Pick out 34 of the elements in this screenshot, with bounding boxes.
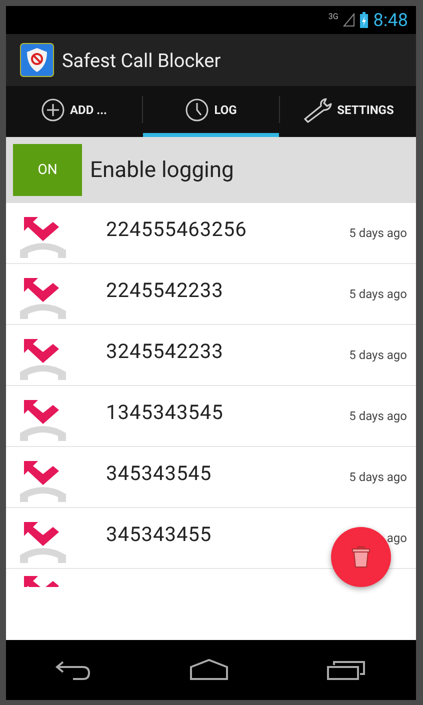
clock-time: 8:48 [373,10,408,30]
plus-icon [40,98,65,122]
tab[interactable]: ADD ... [6,86,142,137]
blocked-call-icon [18,336,68,382]
wrench-icon [302,96,332,122]
blocked-call-icon [18,519,68,565]
clock-icon [185,98,210,122]
call-time: 5 days ago [349,409,407,423]
phone-number: 224555463256 [106,217,248,241]
blocked-call-icon [18,458,68,504]
phone-number: 1345343545 [106,400,224,424]
back-button[interactable] [55,659,91,681]
blocked-call-icon [18,214,68,260]
logging-label: Enable logging [90,158,234,182]
app-title: Safest Call Blocker [62,48,221,72]
phone-number: 345343455 [106,522,213,546]
call-time: 5 days ago [349,348,407,362]
blocked-call-icon [18,397,68,443]
call-time: 5 days ago [349,470,407,484]
battery-icon [360,12,368,28]
network-label: 3G [328,12,338,21]
phone-number: 3245542233 [106,339,224,363]
call-time: 5 days ago [349,287,407,301]
call-time: 5 days ago [349,226,407,240]
blocked-call-icon [18,275,68,321]
phone-number: 2245542233 [106,278,224,302]
app-logo-icon [20,43,54,77]
phone-number: 345343545 [106,461,213,485]
recent-apps-button[interactable] [327,659,367,681]
tab[interactable]: SETTINGS [280,86,416,137]
trash-icon [352,546,370,568]
home-button[interactable] [189,659,229,681]
signal-icon [343,13,356,27]
call-time: ago [386,531,407,545]
